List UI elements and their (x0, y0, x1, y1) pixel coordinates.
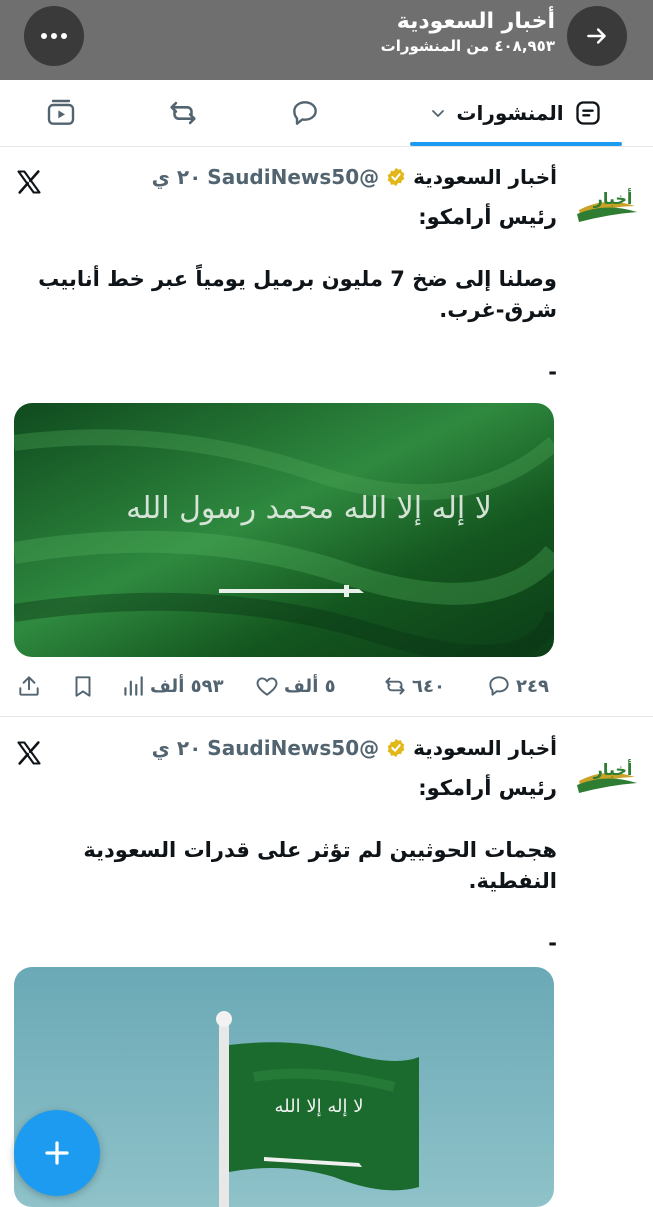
heart-icon (256, 677, 278, 696)
video-icon (47, 99, 75, 125)
repost-button[interactable]: ٦٤٠ (382, 666, 445, 706)
views-button[interactable]: ٥٩٣ ألف (120, 666, 224, 706)
post-line (12, 326, 557, 357)
like-button[interactable]: ٥ ألف (254, 666, 336, 706)
post-text: رئيس أرامكو: وصلنا إلى ضخ 7 مليون برميل … (12, 202, 557, 388)
top-bar: أخبار السعودية ٤٠٨,٩٥٣ من المنشورات (0, 0, 653, 80)
arrow-right-icon (587, 28, 606, 44)
more-dots-icon (41, 33, 67, 39)
verified-badge-icon (387, 167, 405, 187)
svg-text:لا إله إلا الله: لا إله إلا الله (275, 1096, 364, 1117)
author-name[interactable]: أخبار السعودية (413, 165, 557, 189)
tab-bar: المنشورات (0, 80, 653, 147)
post-line: رئيس أرامكو: (418, 776, 557, 800)
avatar[interactable]: أخبار (575, 184, 639, 224)
views-bar-chart-icon (124, 676, 143, 696)
views-count: ٥٩٣ ألف (150, 675, 224, 697)
avatar[interactable]: أخبار (575, 755, 639, 795)
posts-count: ٤٠٨,٩٥٣ من المنشورات (380, 37, 555, 55)
svg-text:أخبار: أخبار (593, 759, 633, 779)
post-time[interactable]: ٢٠ ي (152, 736, 202, 760)
post-card[interactable]: أخبار أخبار السعودية @SaudiNews50 ٢٠ ي ر… (0, 146, 653, 717)
post-media-image[interactable]: لا إله إلا الله محمد رسول الله (14, 403, 554, 657)
chevron-down-icon[interactable] (430, 105, 446, 121)
x-logo-icon[interactable] (14, 739, 44, 767)
post-card[interactable]: أخبار أخبار السعودية @SaudiNews50 ٢٠ ي ر… (0, 717, 653, 1207)
bookmark-icon (75, 676, 91, 697)
reposts-icon (170, 101, 196, 125)
author-handle[interactable]: @SaudiNews50 (207, 736, 379, 760)
tab-video[interactable] (26, 80, 96, 146)
like-count: ٥ ألف (284, 675, 336, 697)
share-icon (19, 676, 39, 696)
post-line (12, 233, 557, 264)
post-line: وصلنا إلى ضخ 7 مليون برميل يومياً عبر خط… (38, 267, 557, 322)
x-logo-icon[interactable] (14, 168, 44, 196)
verified-badge-icon (387, 738, 405, 758)
post-line (12, 804, 557, 835)
bookmark-button[interactable] (70, 666, 96, 706)
tab-posts[interactable]: المنشورات (410, 80, 622, 146)
repost-count: ٦٤٠ (412, 675, 445, 697)
replies-icon (293, 101, 317, 125)
profile-title: أخبار السعودية (396, 9, 555, 34)
author-handle[interactable]: @SaudiNews50 (207, 165, 379, 189)
tab-posts-label: المنشورات (456, 101, 564, 125)
post-line: - (548, 931, 557, 955)
author-name[interactable]: أخبار السعودية (413, 736, 557, 760)
post-text: رئيس أرامكو: هجمات الحوثيين لم تؤثر على … (12, 773, 557, 959)
post-time[interactable]: ٢٠ ي (152, 165, 202, 189)
svg-text:لا إله إلا الله محمد رسول الله: لا إله إلا الله محمد رسول الله (126, 491, 492, 526)
repost-icon (385, 677, 405, 695)
post-header: أخبار السعودية @SaudiNews50 ٢٠ ي (152, 736, 557, 760)
plus-icon (45, 1141, 69, 1165)
back-button[interactable] (567, 6, 627, 66)
saudi-flag-fabric-image: لا إله إلا الله محمد رسول الله (14, 403, 554, 657)
tab-reposts[interactable] (148, 80, 218, 146)
more-button[interactable] (24, 6, 84, 66)
post-actions: ٢٤٩ ٦٤٠ ٥ ألف ٥٩٣ ألف (0, 666, 653, 706)
svg-text:أخبار: أخبار (593, 188, 633, 208)
posts-list-icon (575, 101, 600, 125)
post-line: - (548, 360, 557, 384)
reply-button[interactable]: ٢٤٩ (486, 666, 549, 706)
profile-header-text: أخبار السعودية ٤٠٨,٩٥٣ من المنشورات (381, 8, 555, 56)
tab-replies[interactable] (270, 80, 340, 146)
post-line (12, 897, 557, 928)
reply-count: ٢٤٩ (516, 675, 549, 697)
post-line: هجمات الحوثيين لم تؤثر على قدرات السعودي… (83, 838, 557, 893)
share-button[interactable] (16, 666, 42, 706)
compose-button[interactable] (14, 1110, 100, 1196)
post-header: أخبار السعودية @SaudiNews50 ٢٠ ي (152, 165, 557, 189)
post-line: رئيس أرامكو: (418, 205, 557, 229)
reply-icon (489, 676, 509, 696)
